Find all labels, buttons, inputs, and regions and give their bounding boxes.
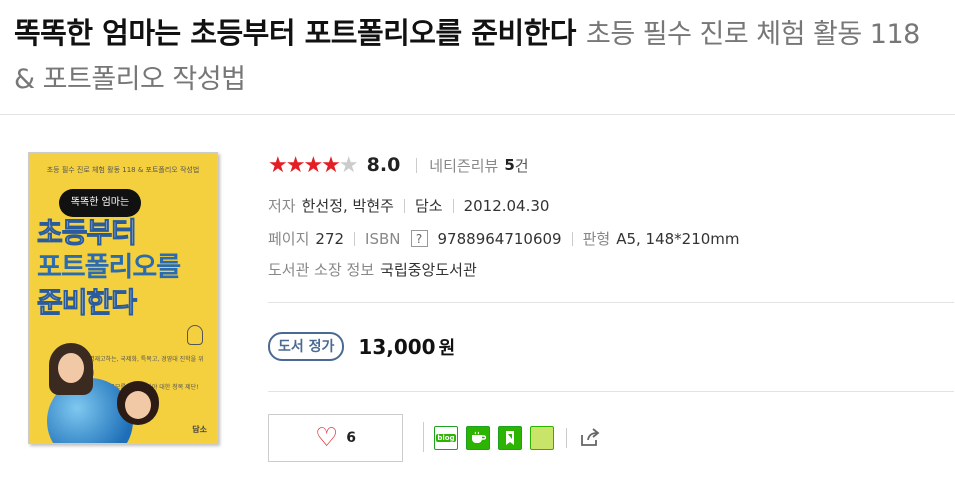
pages-label: 페이지 bbox=[268, 230, 310, 248]
price-badge: 도서 정가 bbox=[268, 332, 345, 361]
isbn-help-icon[interactable]: ? bbox=[410, 230, 428, 247]
review-unit: 건 bbox=[514, 156, 529, 175]
rating-stars: ★★★★★ bbox=[268, 152, 359, 178]
price-row: 도서 정가 13,000 원 bbox=[268, 332, 455, 361]
library-row: 도서관 소장 정보 국립중앙도서관 bbox=[268, 259, 477, 280]
cover-top-text: 초등 필수 진로 체험 활동 118 & 포트폴리오 작성법 bbox=[46, 166, 200, 174]
format-label: 판형 bbox=[582, 230, 611, 248]
cover-desc-line1: 명재고하는, 국제화, 특목고, 경영대 진학을 위해 bbox=[89, 356, 204, 377]
review-label[interactable]: 네티즌리뷰 bbox=[429, 155, 498, 176]
like-count: 6 bbox=[346, 430, 357, 446]
blog-icon[interactable]: blog bbox=[434, 426, 458, 450]
divider bbox=[268, 302, 954, 303]
isbn-label: ISBN bbox=[365, 229, 401, 248]
cover-publisher: 담소 bbox=[192, 425, 207, 434]
star-empty-icon: ★ bbox=[338, 152, 359, 178]
share-icons: blog bbox=[434, 426, 554, 450]
cover-title-line3: 준비한다 bbox=[36, 286, 137, 320]
author-row: 저자 한선정, 박현주 담소 2012.04.30 bbox=[268, 195, 549, 216]
separator bbox=[452, 198, 454, 213]
child-illustration bbox=[117, 381, 159, 425]
review-count[interactable]: 5 bbox=[504, 156, 514, 174]
divider bbox=[268, 391, 954, 392]
format-value: A5, 148*210mm bbox=[616, 229, 740, 248]
library-label: 도서관 소장 정보 bbox=[268, 261, 375, 279]
star-filled-icons: ★★★★ bbox=[268, 152, 341, 178]
lightbulb-icon bbox=[187, 325, 203, 345]
page-header: 똑똑한 엄마는 초등부터 포트폴리오를 준비한다 초등 필수 진로 체험 활동 1… bbox=[14, 12, 944, 104]
library-value[interactable]: 국립중앙도서관 bbox=[380, 259, 477, 280]
book-title: 똑똑한 엄마는 초등부터 포트폴리오를 준비한다 bbox=[14, 16, 577, 50]
bookmark-icon[interactable] bbox=[498, 426, 522, 450]
isbn-value: 9788964710609 bbox=[437, 229, 562, 248]
memo-icon[interactable] bbox=[530, 426, 554, 450]
author-label: 저자 bbox=[268, 197, 296, 215]
separator bbox=[571, 231, 573, 246]
divider bbox=[0, 114, 955, 115]
cover-title-line2: 포트폴리오를 bbox=[37, 252, 181, 283]
rating-score: 8.0 bbox=[366, 154, 401, 176]
separator bbox=[416, 157, 418, 173]
cafe-icon[interactable] bbox=[466, 426, 490, 450]
like-button[interactable]: ♡ 6 bbox=[268, 414, 403, 462]
share-out-icon[interactable] bbox=[578, 425, 602, 449]
rating-row: ★★★★★ 8.0 네티즌리뷰 5건 bbox=[268, 152, 529, 178]
separator bbox=[354, 231, 356, 246]
separator bbox=[566, 428, 567, 448]
publish-date: 2012.04.30 bbox=[463, 196, 550, 215]
book-cover[interactable]: 초등 필수 진로 체험 활동 118 & 포트폴리오 작성법 똑똑한 엄마는 초… bbox=[28, 152, 218, 444]
price-unit: 원 bbox=[438, 337, 456, 359]
heart-icon: ♡ bbox=[314, 423, 339, 453]
spec-row: 페이지 272 ISBN ? 9788964710609 판형 A5, 148*… bbox=[268, 228, 740, 249]
price-value: 13,000 bbox=[358, 334, 436, 359]
pages-value: 272 bbox=[315, 229, 345, 248]
child-illustration bbox=[49, 343, 93, 395]
separator bbox=[403, 198, 405, 213]
publisher-name[interactable]: 담소 bbox=[415, 195, 443, 216]
author-names[interactable]: 한선정, 박현주 bbox=[302, 195, 394, 216]
blog-label: blog bbox=[436, 434, 456, 442]
separator bbox=[423, 422, 424, 452]
